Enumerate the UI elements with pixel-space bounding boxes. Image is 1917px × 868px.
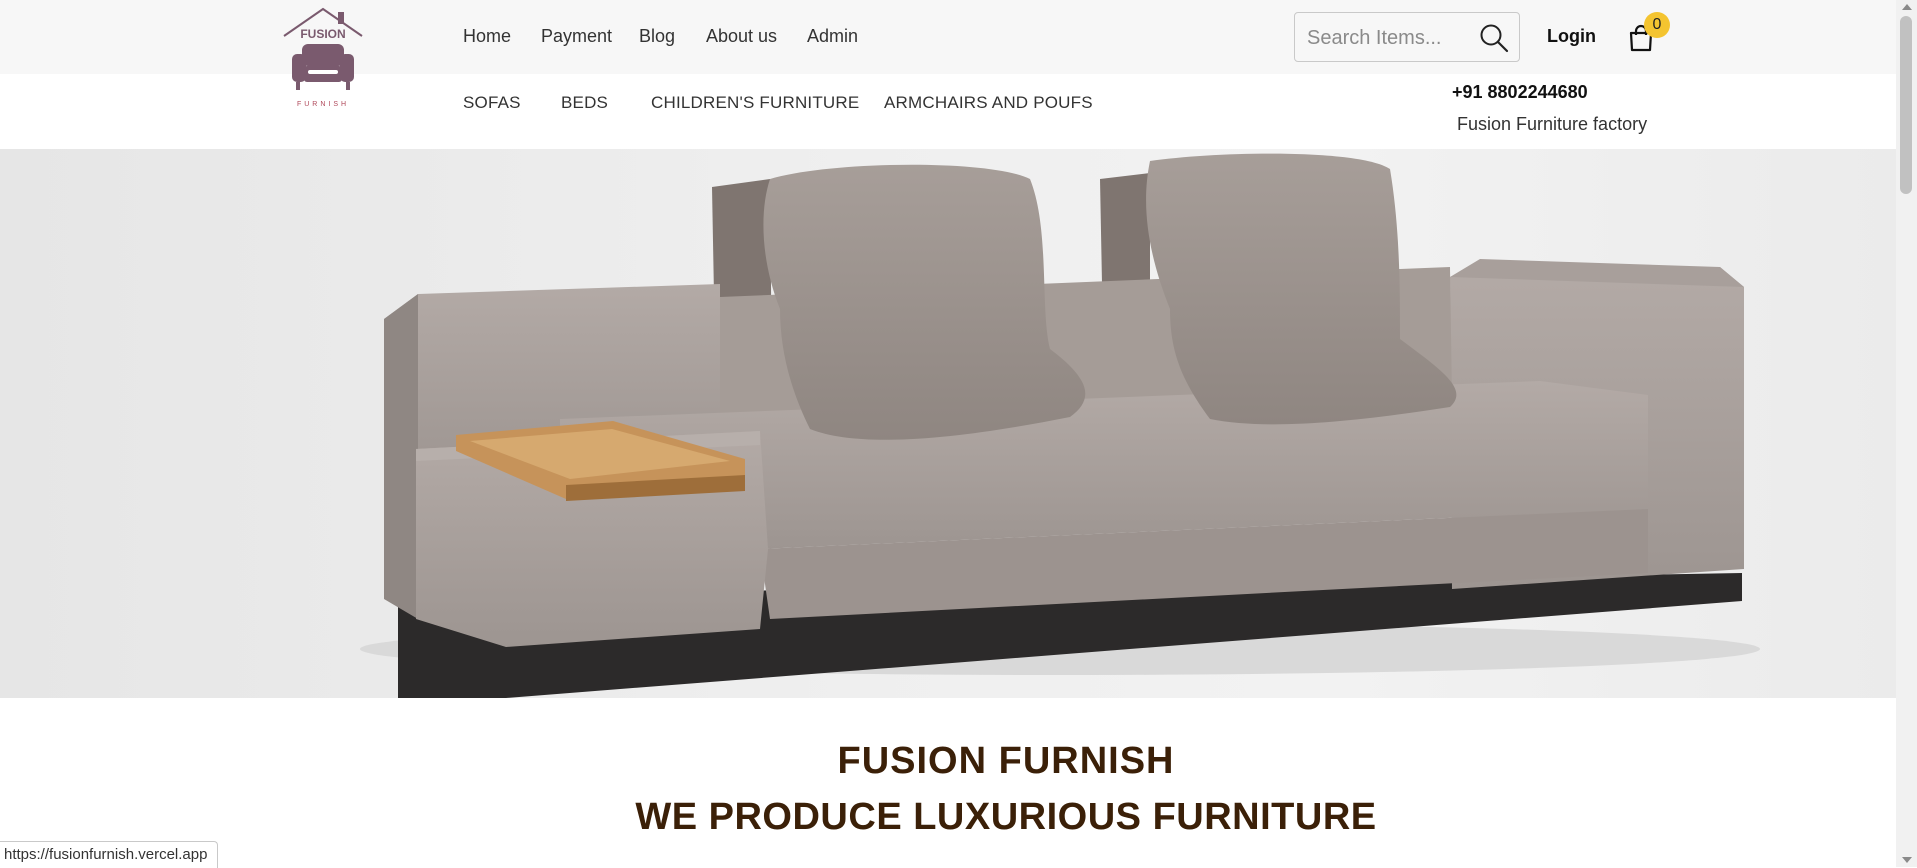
nav-item-payment[interactable]: Payment: [541, 26, 612, 47]
scrollbar-thumb[interactable]: [1900, 16, 1912, 194]
search-icon[interactable]: [1479, 23, 1509, 53]
search-input[interactable]: [1305, 24, 1469, 52]
cart-count-badge: 0: [1644, 12, 1670, 38]
nav-item-home[interactable]: Home: [463, 26, 511, 47]
hero-title: FUSION FURNISH: [837, 740, 1175, 782]
phone-number: +91 8802244680: [1452, 82, 1588, 102]
search-box: [1294, 12, 1520, 62]
scroll-down-arrow-icon[interactable]: [1902, 857, 1912, 863]
logo-top-text: FUSION: [300, 27, 345, 41]
factory-label: Fusion Furniture factory: [1457, 114, 1648, 134]
hero-banner-image: [0, 149, 1896, 698]
nav-item-admin[interactable]: Admin: [807, 26, 858, 47]
category-item-beds[interactable]: BEDS: [561, 93, 608, 113]
scroll-up-arrow-icon[interactable]: [1902, 4, 1912, 10]
login-button[interactable]: Login: [1547, 26, 1596, 47]
brand-logo[interactable]: FUSION FURNISH: [280, 6, 366, 110]
status-bar-url: https://fusionfurnish.vercel.app: [0, 841, 219, 868]
logo-bottom-text: FURNISH: [297, 101, 349, 108]
category-item-sofas[interactable]: SOFAS: [463, 93, 521, 113]
category-item-childrens-furniture[interactable]: CHILDREN'S FURNITURE: [651, 93, 859, 113]
hero-subtitle: WE PRODUCE LUXURIOUS FURNITURE: [635, 796, 1377, 838]
nav-item-about-us[interactable]: About us: [706, 26, 777, 47]
page-scrollbar[interactable]: [1896, 0, 1917, 867]
nav-item-blog[interactable]: Blog: [639, 26, 675, 47]
category-item-armchairs-and-poufs[interactable]: ARMCHAIRS AND POUFS: [884, 93, 1093, 113]
